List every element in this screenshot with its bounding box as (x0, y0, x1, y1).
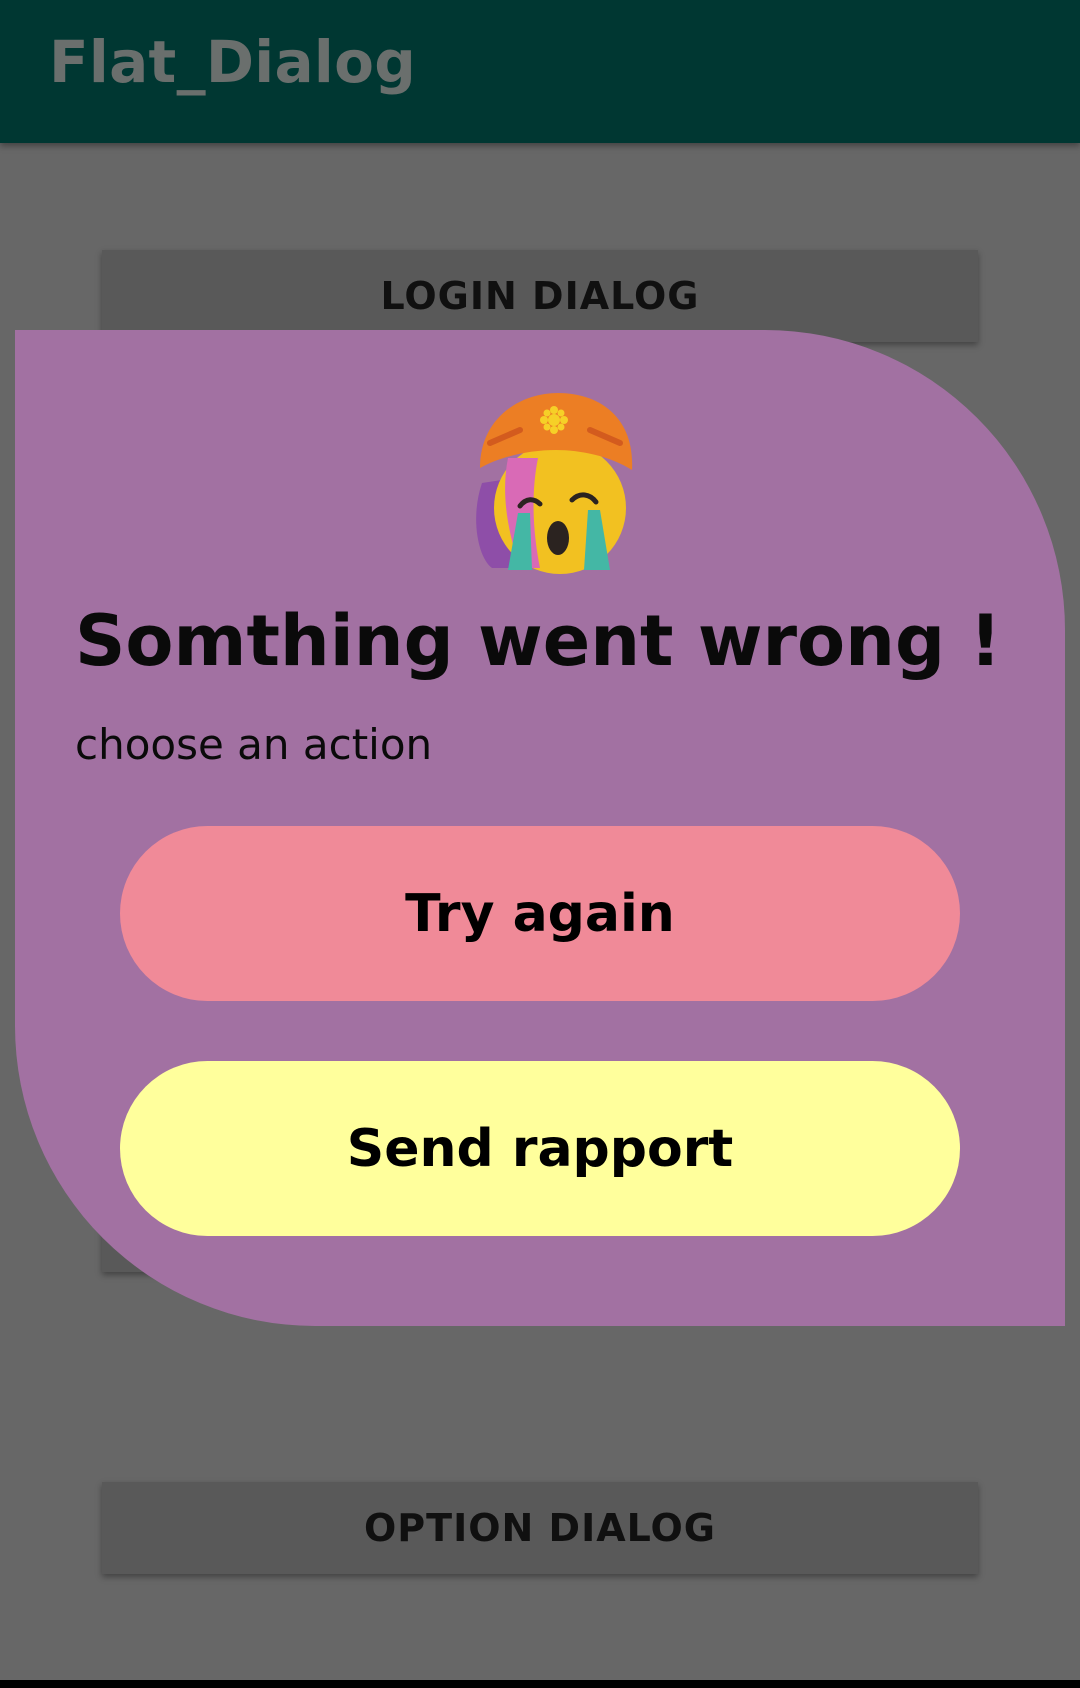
dialog-title: Somthing went wrong ! (75, 600, 1002, 682)
option-dialog-button[interactable]: OPTION DIALOG (102, 1482, 978, 1574)
app-bar: Flat_Dialog (0, 0, 1080, 143)
login-dialog-button[interactable]: LOGIN DIALOG (102, 250, 978, 342)
send-rapport-button[interactable]: Send rapport (120, 1061, 960, 1236)
dialog-subtitle: choose an action (75, 720, 433, 769)
error-dialog: Somthing went wrong ! choose an action T… (15, 330, 1065, 1326)
try-again-button[interactable]: Try again (120, 826, 960, 1001)
app-title: Flat_Dialog (49, 28, 417, 96)
navigation-bar-edge (0, 1680, 1080, 1688)
crying-face-emoji-icon (476, 393, 633, 574)
